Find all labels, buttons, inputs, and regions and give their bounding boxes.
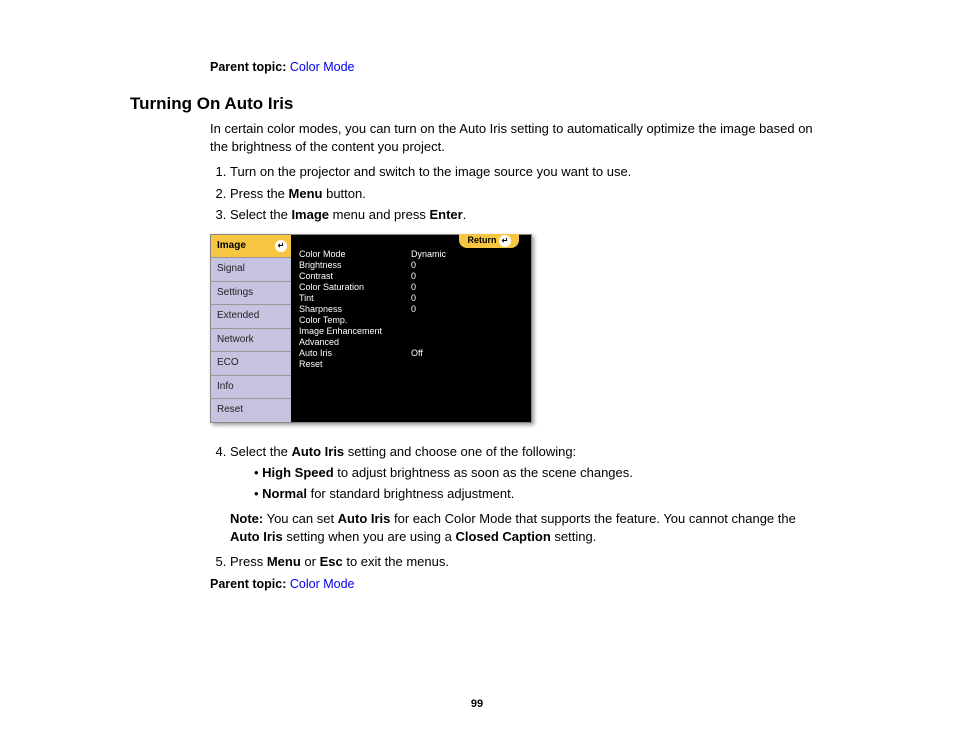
osd-row: Brightness0 (299, 260, 523, 271)
osd-row: Sharpness0 (299, 304, 523, 315)
osd-tab-image: Image ↵ (211, 235, 291, 259)
osd-tab-network: Network (211, 329, 291, 353)
osd-tab-signal: Signal (211, 258, 291, 282)
step-2: Press the Menu button. (230, 185, 824, 203)
bullet-high-speed: High Speed to adjust brightness as soon … (254, 464, 824, 482)
osd-tab-reset: Reset (211, 399, 291, 422)
step-3: Select the Image menu and press Enter. (230, 206, 824, 224)
osd-tab-info: Info (211, 376, 291, 400)
parent-topic-label: Parent topic: (210, 577, 286, 591)
osd-sidebar: Image ↵ Signal Settings Extended Network… (211, 235, 291, 422)
parent-topic-link[interactable]: Color Mode (290, 60, 355, 74)
parent-topic-link[interactable]: Color Mode (290, 577, 355, 591)
osd-row: Color Temp. (299, 315, 523, 326)
step-1: Turn on the projector and switch to the … (230, 163, 824, 181)
enter-icon: ↵ (499, 235, 511, 247)
intro-paragraph: In certain color modes, you can turn on … (210, 120, 824, 155)
osd-tab-extended: Extended (211, 305, 291, 329)
osd-tab-settings: Settings (211, 282, 291, 306)
osd-row: Contrast0 (299, 271, 523, 282)
osd-row: Advanced (299, 337, 523, 348)
osd-tab-eco: ECO (211, 352, 291, 376)
note: Note: You can set Auto Iris for each Col… (230, 510, 824, 545)
osd-row: Image Enhancement (299, 326, 523, 337)
parent-topic-bottom: Parent topic: Color Mode (210, 577, 824, 591)
page-number: 99 (0, 698, 954, 710)
parent-topic-top: Parent topic: Color Mode (210, 60, 824, 74)
osd-figure: Image ↵ Signal Settings Extended Network… (210, 234, 824, 423)
osd-panel: Return ↵ Color ModeDynamic Brightness0 C… (291, 235, 531, 422)
osd-row: Reset (299, 359, 523, 370)
step-5: Press Menu or Esc to exit the menus. (230, 553, 824, 571)
parent-topic-label: Parent topic: (210, 60, 286, 74)
enter-icon: ↵ (275, 240, 287, 252)
osd-row: Color ModeDynamic (299, 249, 523, 260)
osd-row: Tint0 (299, 293, 523, 304)
osd-row: Auto IrisOff (299, 348, 523, 359)
bullet-normal: Normal for standard brightness adjustmen… (254, 485, 824, 503)
osd-row: Color Saturation0 (299, 282, 523, 293)
osd-return-tab: Return ↵ (459, 234, 519, 248)
step-4: Select the Auto Iris setting and choose … (230, 443, 824, 546)
section-title: Turning On Auto Iris (130, 94, 824, 114)
